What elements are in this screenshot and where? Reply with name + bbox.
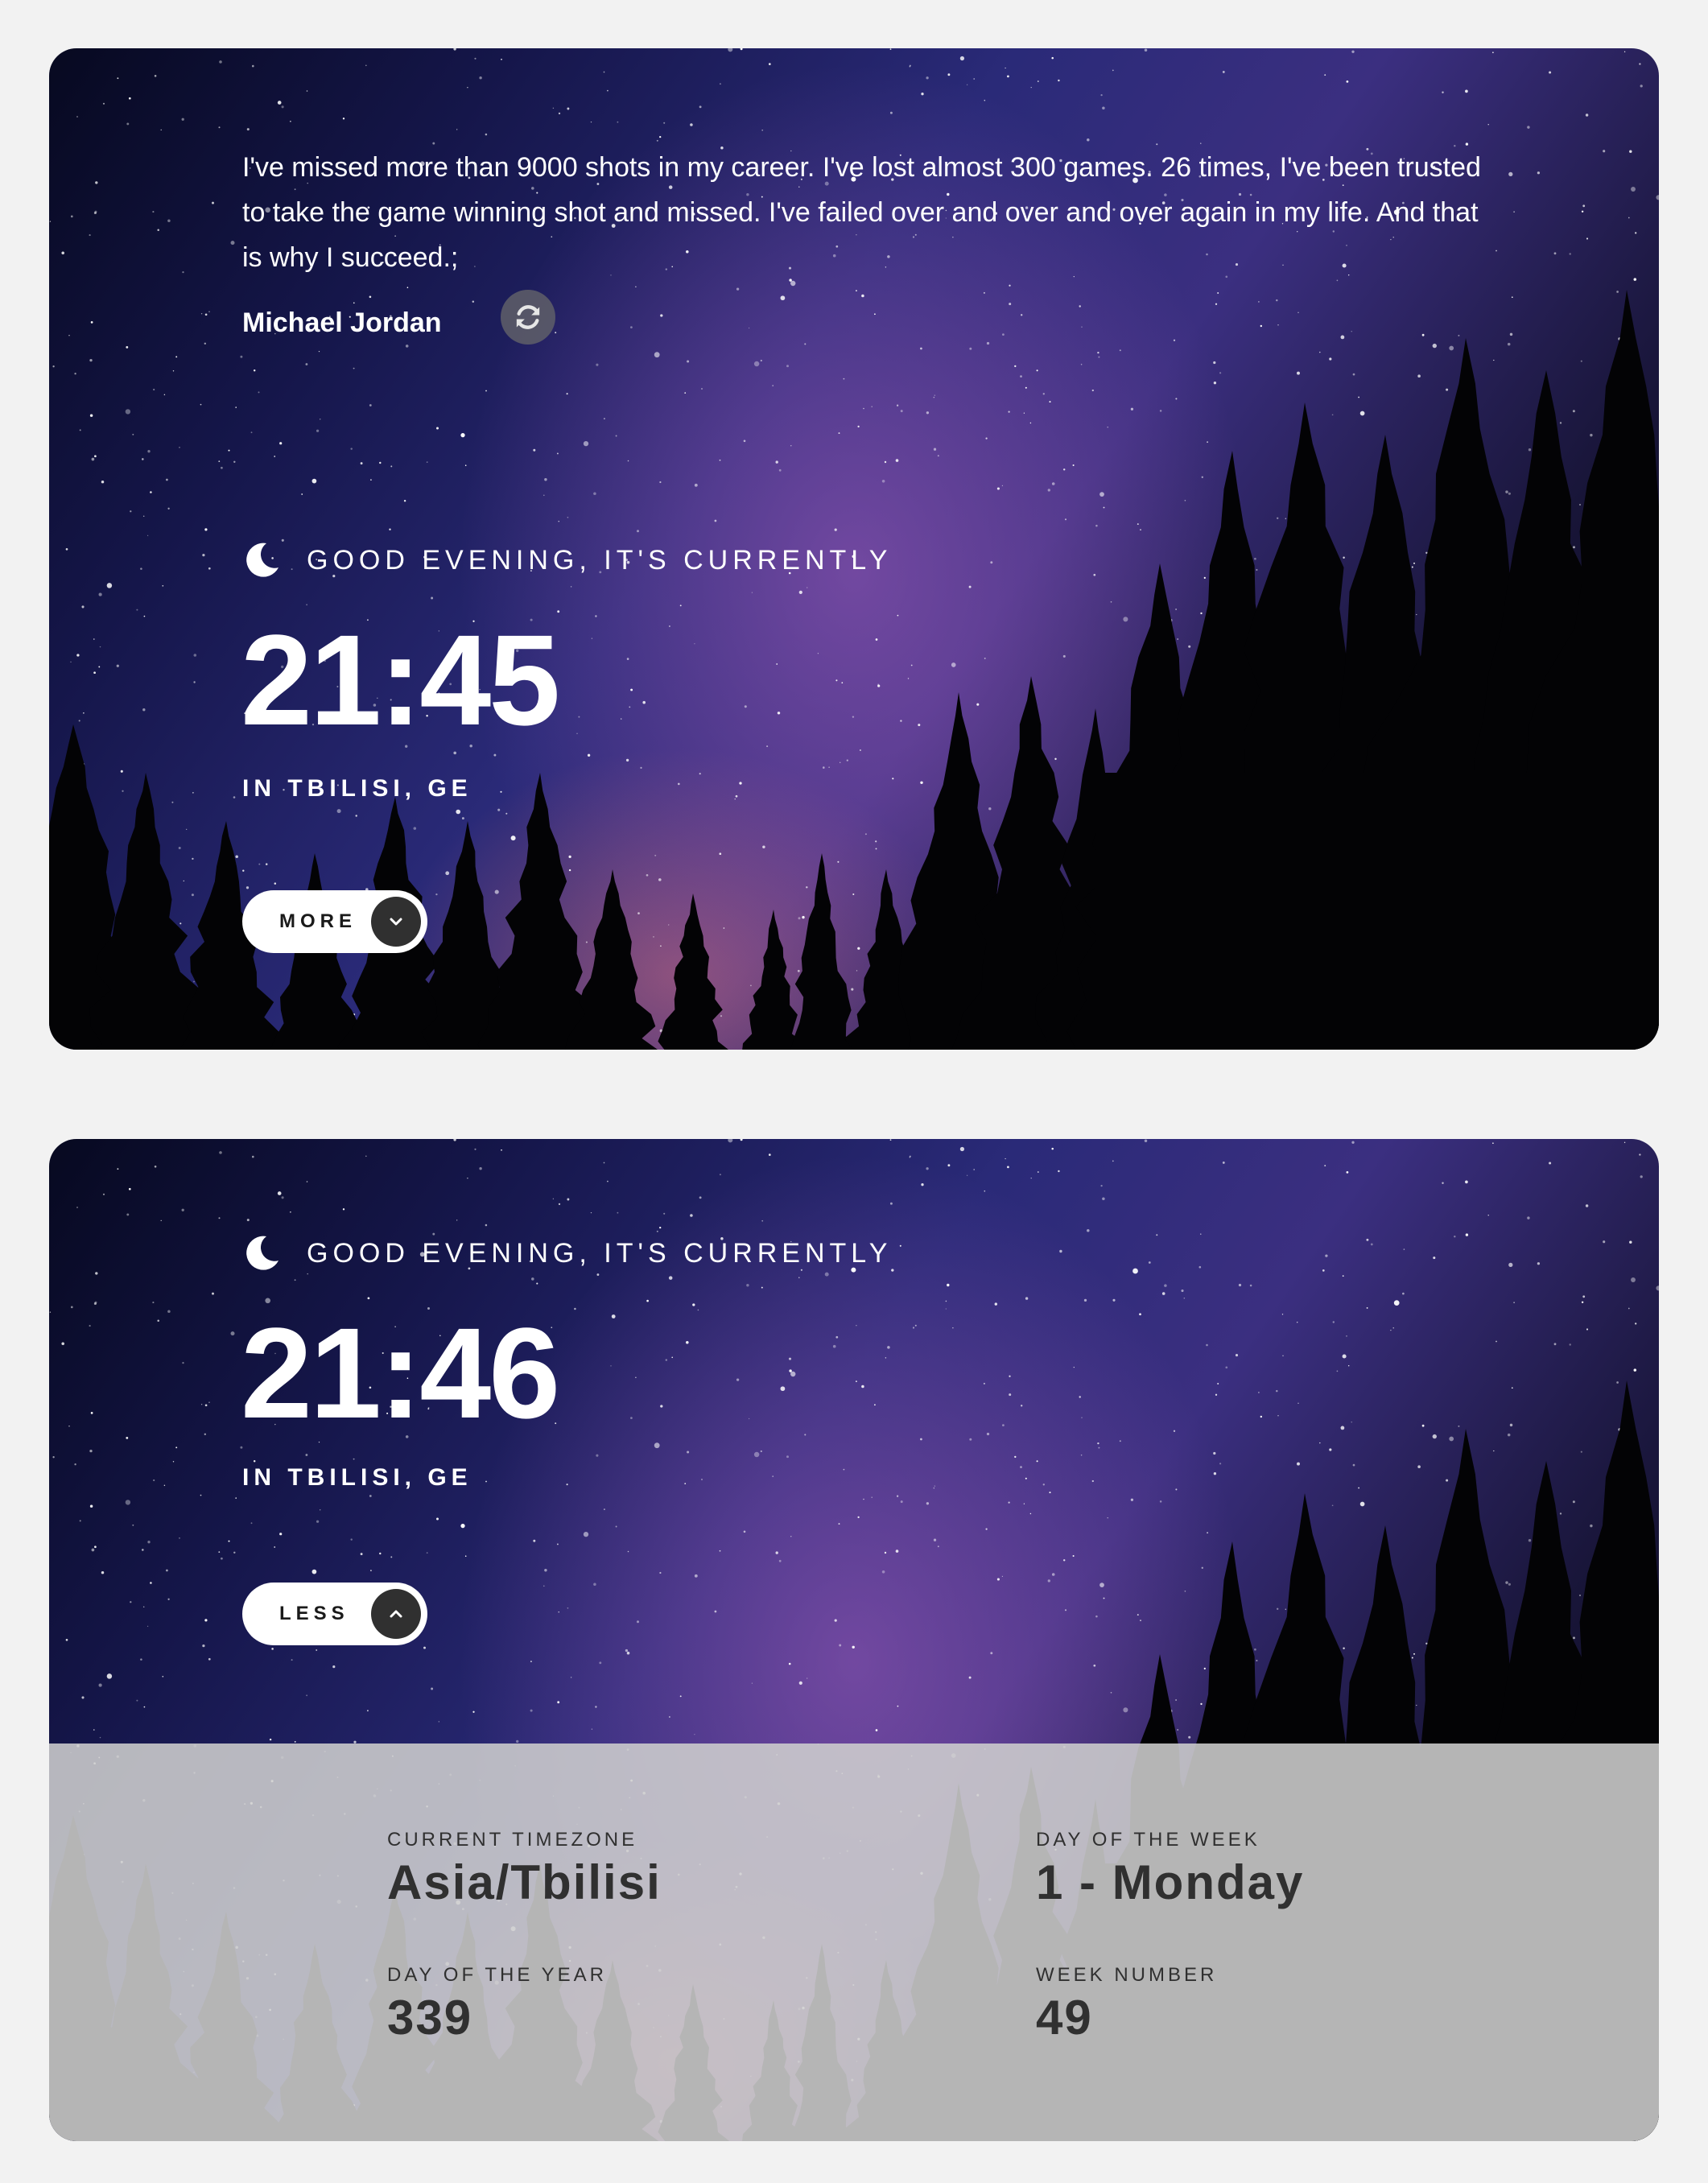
more-button[interactable]: MORE bbox=[242, 890, 427, 953]
refresh-icon bbox=[516, 305, 540, 329]
quote-author: Michael Jordan bbox=[242, 307, 442, 338]
less-button[interactable]: LESS bbox=[242, 1583, 427, 1645]
refresh-quote-button[interactable] bbox=[501, 290, 555, 345]
week-number-value: 49 bbox=[1036, 1991, 1093, 2045]
clock-card-expanded: GOOD EVENING, IT'S CURRENTLY 21:46 IN TB… bbox=[49, 1139, 1659, 2141]
timezone-label: CURRENT TIMEZONE bbox=[387, 1829, 638, 1851]
greeting: GOOD EVENING, IT'S CURRENTLY bbox=[242, 541, 892, 580]
current-time: 21:45 bbox=[241, 608, 560, 752]
chevron-up-icon bbox=[371, 1589, 421, 1639]
day-of-year-value: 339 bbox=[387, 1991, 473, 2045]
less-button-label: LESS bbox=[279, 1603, 349, 1624]
location: IN TBILISI, GE bbox=[242, 775, 472, 802]
quote-text: I've missed more than 9000 shots in my c… bbox=[242, 152, 1481, 273]
current-time: 21:46 bbox=[241, 1301, 560, 1445]
week-number-label: WEEK NUMBER bbox=[1036, 1964, 1218, 1986]
greeting: GOOD EVENING, IT'S CURRENTLY bbox=[242, 1234, 892, 1273]
location: IN TBILISI, GE bbox=[242, 1464, 472, 1491]
chevron-down-icon bbox=[371, 897, 421, 947]
clock-card-collapsed: I've missed more than 9000 shots in my c… bbox=[49, 48, 1659, 1050]
timezone-value: Asia/Tbilisi bbox=[387, 1855, 662, 1909]
details-panel: CURRENT TIMEZONE Asia/Tbilisi DAY OF THE… bbox=[49, 1744, 1659, 2141]
greeting-text: GOOD EVENING, IT'S CURRENTLY bbox=[307, 544, 893, 576]
moon-icon bbox=[246, 543, 278, 577]
day-of-year-label: DAY OF THE YEAR bbox=[387, 1964, 607, 1986]
greeting-text: GOOD EVENING, IT'S CURRENTLY bbox=[307, 1237, 893, 1269]
day-of-week-value: 1 - Monday bbox=[1036, 1855, 1305, 1909]
day-of-week-label: DAY OF THE WEEK bbox=[1036, 1829, 1260, 1851]
moon-icon bbox=[246, 1236, 278, 1270]
more-button-label: MORE bbox=[279, 910, 357, 932]
